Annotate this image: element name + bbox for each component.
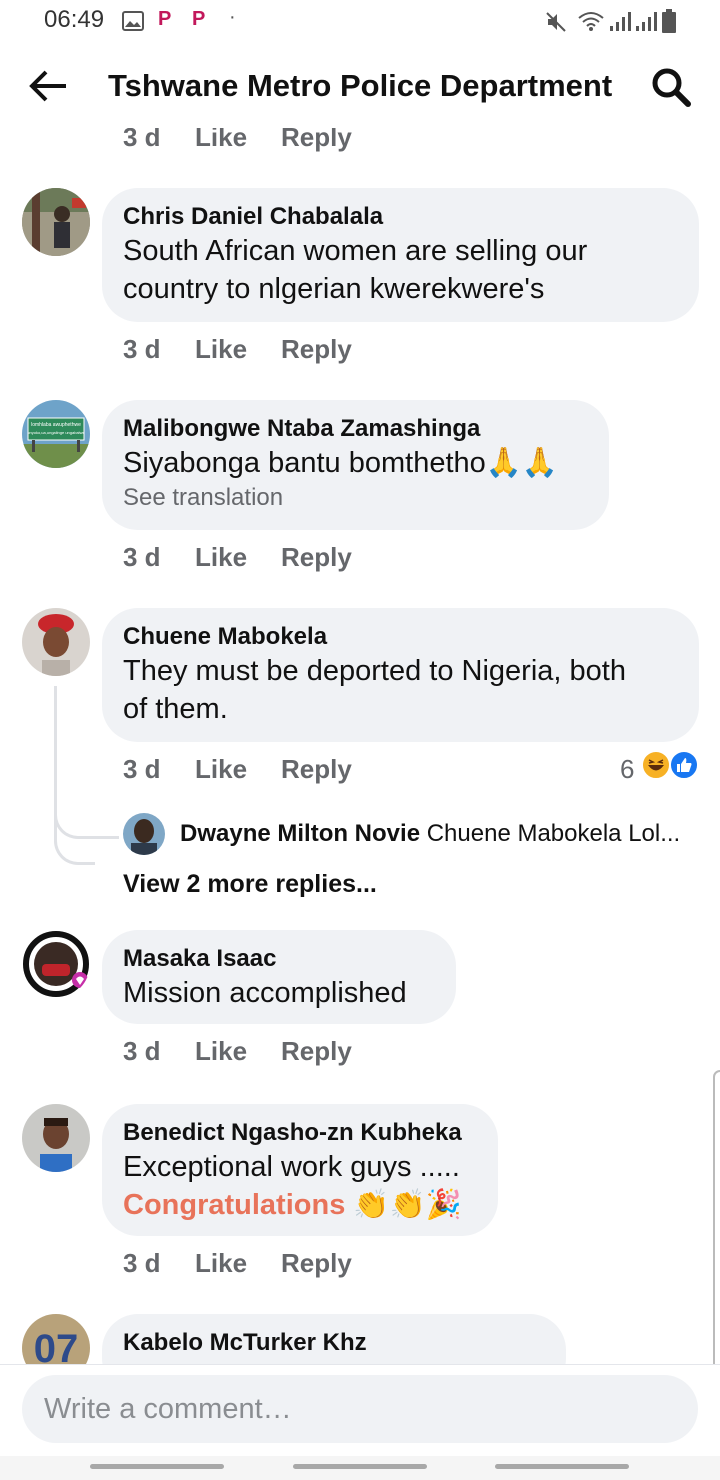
comment-time: 3 d — [123, 1248, 161, 1278]
avatar-text: 07 — [34, 1327, 79, 1364]
comment-text: country to nlgerian kwerekwere's — [123, 273, 545, 305]
search-icon[interactable] — [650, 66, 692, 108]
header: Tshwane Metro Police Department — [0, 44, 720, 128]
like-button[interactable]: Like — [195, 128, 281, 153]
avatar[interactable]: 07 — [22, 1314, 90, 1364]
avatar[interactable] — [22, 608, 90, 676]
scrollbar[interactable] — [713, 1070, 720, 1374]
haha-icon — [641, 750, 671, 780]
comment-list[interactable]: 3 d Like Reply Chris Daniel Chabalala Sout… — [0, 128, 720, 1364]
comment-actions: 3 d Like Reply — [123, 1248, 352, 1279]
comment-text: of them. — [123, 693, 228, 725]
reactions-icon[interactable] — [640, 750, 700, 780]
emoji-text: 👏👏🎉 — [353, 1189, 462, 1221]
reply-preview[interactable]: Dwayne Milton Novie Chuene Mabokela Lol.… — [180, 820, 700, 848]
comment-actions: 3 d Like Reply — [123, 334, 352, 365]
congrats-text: Congratulations — [123, 1189, 346, 1221]
signal-icon — [636, 12, 657, 31]
comment-text: South African women are selling our — [123, 235, 588, 267]
comment-time: 3 d — [123, 542, 161, 572]
mute-icon — [546, 12, 566, 32]
system-nav-bar — [0, 1456, 720, 1480]
comment-actions: 3 d Like Reply — [123, 1036, 352, 1067]
comment-text: Siyabonga bantu bomthetho🙏🙏 — [123, 447, 558, 479]
status-bar: 06:49 P P · — [0, 0, 720, 44]
image-icon — [122, 11, 144, 31]
battery-icon — [662, 9, 676, 33]
comment-bubble[interactable]: Benedict Ngasho-zn Kubheka Exceptional w… — [102, 1104, 498, 1236]
comment-time: 3 d — [123, 128, 161, 152]
p-app-icon: P — [158, 8, 172, 30]
nav-recent-button[interactable] — [90, 1464, 224, 1469]
reply-button[interactable]: Reply — [281, 128, 352, 153]
like-button[interactable]: Like — [195, 754, 281, 785]
reply-text: Chuene Mabokela Lol... — [426, 820, 681, 847]
like-button[interactable]: Like — [195, 542, 281, 573]
reply-button[interactable]: Reply — [281, 1036, 352, 1067]
comment-author[interactable]: Chuene Mabokela — [123, 622, 678, 652]
comment-author[interactable]: Kabelo McTurker Khz — [123, 1328, 545, 1358]
view-more-replies-link[interactable]: View 2 more replies... — [123, 870, 377, 899]
like-reaction-icon — [669, 750, 699, 780]
comment-composer — [0, 1364, 720, 1461]
thread-connector — [54, 758, 95, 865]
comment-author[interactable]: Benedict Ngasho-zn Kubheka — [123, 1118, 477, 1148]
comment-actions: 3 d Like Reply — [123, 754, 352, 785]
comment-author[interactable]: Chris Daniel Chabalala — [123, 202, 678, 232]
arrow-left-icon[interactable] — [26, 64, 70, 108]
page-title: Tshwane Metro Police Department — [108, 68, 613, 103]
comment-time: 3 d — [123, 334, 161, 364]
comment-bubble[interactable]: Chris Daniel Chabalala South African wom… — [102, 188, 699, 322]
reply-button[interactable]: Reply — [281, 1248, 352, 1279]
comment-bubble[interactable]: Masaka Isaac Mission accomplished — [102, 930, 456, 1024]
comment-bubble[interactable]: Chuene Mabokela They must be deported to… — [102, 608, 699, 742]
dot-icon: · — [229, 6, 236, 28]
like-button[interactable]: Like — [195, 1036, 281, 1067]
p-app-icon: P — [192, 8, 206, 30]
nav-home-button[interactable] — [293, 1464, 427, 1469]
see-translation-link[interactable]: See translation — [123, 482, 588, 514]
comment-text: Exceptional work guys ..... — [123, 1151, 460, 1183]
reply-button[interactable]: Reply — [281, 542, 352, 573]
status-time: 06:49 — [44, 6, 105, 33]
wifi-icon — [578, 12, 604, 31]
comment-time: 3 d — [123, 754, 161, 784]
nav-back-button[interactable] — [495, 1464, 629, 1469]
comment-bubble[interactable]: Kabelo McTurker Khz — [102, 1314, 566, 1364]
comment-text: They must be deported to Nigeria, both — [123, 655, 626, 687]
comment-text: Mission accomplished — [123, 977, 407, 1009]
avatar-sign-text: lomhlaba awuphethwe — [31, 422, 81, 428]
avatar[interactable] — [22, 930, 90, 998]
reply-author[interactable]: Dwayne Milton Novie — [180, 820, 420, 847]
avatar[interactable] — [123, 813, 165, 855]
reply-button[interactable]: Reply — [281, 754, 352, 785]
comment-actions: 3 d Like Reply — [123, 542, 352, 573]
avatar[interactable] — [22, 1104, 90, 1172]
comment-author[interactable]: Malibongwe Ntaba Zamashinga — [123, 414, 588, 444]
avatar-sign-text: unyoko,ua,ungalinge ungabalwe — [27, 430, 85, 435]
comment-time: 3 d — [123, 1036, 161, 1066]
comment-bubble[interactable]: Malibongwe Ntaba Zamashinga Siyabonga ba… — [102, 400, 609, 530]
like-button[interactable]: Like — [195, 1248, 281, 1279]
reply-button[interactable]: Reply — [281, 334, 352, 365]
comment-author[interactable]: Masaka Isaac — [123, 944, 435, 974]
comment-actions: 3 d Like Reply — [123, 128, 352, 153]
reaction-count[interactable]: 6 — [620, 754, 634, 785]
avatar[interactable]: lomhlaba awuphethwe unyoko,ua,ungalinge … — [22, 400, 90, 468]
comment-input[interactable] — [22, 1375, 698, 1443]
signal-icon — [610, 12, 631, 31]
like-button[interactable]: Like — [195, 334, 281, 365]
avatar[interactable] — [22, 188, 90, 256]
